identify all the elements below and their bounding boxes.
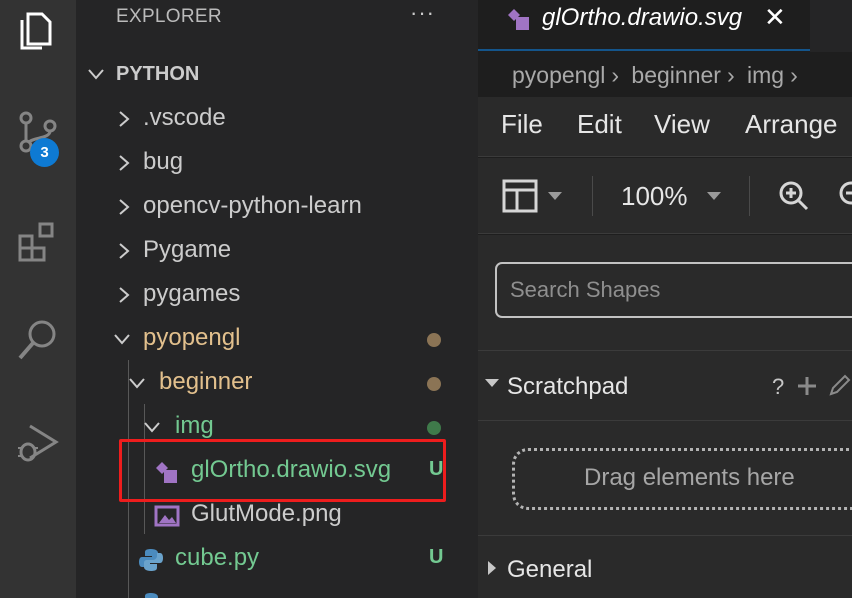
tab-active-indicator [478,49,810,51]
layout-icon [502,179,538,213]
run-debug-icon[interactable] [0,396,76,484]
edit-icon[interactable] [828,373,852,397]
workspace-section-header[interactable]: PYTHON [76,52,478,96]
tree-item-label: .vscode [143,104,226,131]
chevron-right-icon: › [726,62,735,88]
chevron-right-icon: › [790,62,798,88]
chevron-right-icon [119,199,130,215]
toolbar-separator [592,176,593,216]
highlight-box [119,439,446,502]
scratchpad-title: Scratchpad [507,373,629,400]
zoom-value: 100% [621,181,688,211]
search-icon[interactable] [0,296,76,384]
add-icon[interactable] [796,375,818,397]
menu-edit[interactable]: Edit [577,109,622,140]
format-panel-toggle[interactable] [502,178,572,214]
explorer-sidebar: EXPLORER ··· PYTHON .vscode bug opencv-p… [76,0,478,598]
menu-arrange[interactable]: Arrange [745,109,838,140]
zoom-in-icon[interactable] [778,180,810,212]
tree-item-beginner[interactable]: beginner [76,361,478,405]
source-control-badge: 3 [30,138,59,167]
tree-item-label: pyopengl [143,324,241,351]
scratchpad-header[interactable]: Scratchpad ? [478,351,852,417]
drawio-toolbar: 100% [478,158,852,234]
modified-dot [427,377,441,391]
tree-item-label: pygames [143,280,241,307]
extensions-icon[interactable] [0,196,76,284]
tree-item-cube-py[interactable]: cube.py U [76,537,478,581]
tree-item-pygames[interactable]: pygames [76,273,478,317]
zoom-out-icon[interactable] [838,180,852,212]
untracked-dot [427,421,441,435]
tree-item-label: img [175,412,214,439]
tree-item-label: Pygame [143,236,232,263]
chevron-down-icon [144,422,160,433]
close-icon[interactable]: ✕ [764,2,786,33]
tree-item-label: bug [143,148,184,175]
breadcrumb-item[interactable]: img [747,62,784,88]
breadcrumb-item[interactable]: pyopengl [512,62,605,88]
general-title: General [507,556,593,583]
menu-file[interactable]: File [501,109,543,140]
tree-item-label: opencv-python-learn [143,192,362,219]
tree-item-vscode[interactable]: .vscode [76,97,478,141]
chevron-right-icon [119,111,130,127]
explorer-title: EXPLORER [116,6,222,27]
panel-divider [478,420,852,421]
drag-hint: Drag elements here [584,464,795,491]
chevron-down-icon [129,378,145,389]
general-header[interactable]: General [478,536,852,598]
tree-item-pygame[interactable]: Pygame [76,229,478,273]
toolbar-separator [749,176,750,216]
shapes-panel: Scratchpad ? Drag elements here General [478,235,852,598]
chevron-down-icon [88,69,104,80]
image-icon [154,505,180,527]
tab-glortho-drawio-svg[interactable]: glOrtho.drawio.svg ✕ [478,0,810,52]
tab-bar: glOrtho.drawio.svg ✕ [478,0,852,52]
drawio-menubar: File Edit View Arrange [478,97,852,157]
explorer-icon[interactable] [0,0,76,60]
caret-down-icon [548,192,562,200]
chevron-down-icon [114,334,130,345]
caret-down-icon [707,192,721,200]
chevron-right-icon [119,243,130,259]
drawio-icon [508,9,529,30]
search-shapes-input[interactable] [497,264,852,316]
tree-item-opencv-python-learn[interactable]: opencv-python-learn [76,185,478,229]
modified-dot [427,333,441,347]
activity-bar: 3 [0,0,76,598]
tree-item-pyopengl[interactable]: pyopengl [76,317,478,361]
search-shapes-box [495,262,852,318]
help-icon[interactable]: ? [772,374,784,400]
caret-right-icon [488,561,496,575]
more-actions-icon[interactable]: ··· [410,0,450,34]
workspace-title: PYTHON [116,62,200,85]
chevron-right-icon [119,287,130,303]
menu-view[interactable]: View [654,109,710,140]
tree-item-label: beginner [159,368,253,395]
chevron-right-icon [119,155,130,171]
python-icon [139,549,163,571]
python-icon [145,593,158,598]
editor-area: glOrtho.drawio.svg ✕ pyopengl › beginner ›… [478,0,852,598]
untracked-status: U [429,546,444,568]
tab-label: glOrtho.drawio.svg [542,4,743,31]
chevron-right-icon: › [611,62,620,88]
scratchpad-drop-zone[interactable]: Drag elements here [512,448,852,510]
tree-item-label: GlutMode.png [191,500,342,527]
breadcrumb-item[interactable]: beginner [631,62,721,88]
tree-item-bug[interactable]: bug [76,141,478,185]
breadcrumb: pyopengl › beginner › img › [512,62,804,89]
zoom-select[interactable]: 100% [621,178,731,214]
tree-item-partial [76,581,478,598]
tree-item-label: cube.py [175,544,260,571]
caret-down-icon [485,379,499,387]
